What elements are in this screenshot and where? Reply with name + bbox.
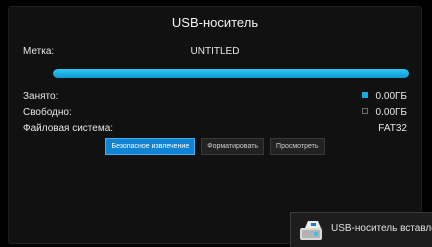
label-value: UNTITLED bbox=[190, 46, 240, 57]
free-label: Свободно: bbox=[23, 107, 72, 118]
free-value-wrap: 0.00ГБ bbox=[361, 105, 407, 121]
usb-dialog: USB-носитель Метка: UNTITLED Занято: 0.0… bbox=[8, 6, 422, 244]
filesystem-value: FAT32 bbox=[378, 123, 407, 134]
used-value-wrap: 0.00ГБ bbox=[361, 89, 407, 105]
usage-progress-fill bbox=[53, 69, 409, 78]
used-value: 0.00ГБ bbox=[375, 91, 407, 102]
free-row: Свободно: 0.00ГБ bbox=[23, 105, 407, 121]
free-value: 0.00ГБ bbox=[375, 107, 407, 118]
usb-inserted-notification: USB-носитель вставлен bbox=[290, 212, 432, 247]
usb-drive-icon bbox=[299, 219, 323, 241]
used-label: Занято: bbox=[23, 91, 59, 102]
format-button[interactable]: Форматировать bbox=[201, 138, 265, 155]
label-row: Метка: UNTITLED bbox=[23, 44, 407, 60]
dialog-title: USB-носитель bbox=[171, 15, 259, 30]
filesystem-label: Файловая система: bbox=[23, 123, 114, 134]
used-legend-icon bbox=[361, 92, 368, 99]
action-buttons: Безопасное извлечение Форматировать Прос… bbox=[9, 138, 421, 155]
filesystem-row: Файловая система: FAT32 bbox=[23, 121, 407, 137]
browse-button[interactable]: Просмотреть bbox=[270, 138, 325, 155]
used-row: Занято: 0.00ГБ bbox=[23, 89, 407, 105]
usage-progress-bar bbox=[53, 69, 409, 78]
notification-text: USB-носитель вставлен bbox=[331, 223, 432, 234]
free-legend-icon bbox=[361, 108, 368, 115]
safe-eject-button[interactable]: Безопасное извлечение bbox=[105, 138, 196, 155]
